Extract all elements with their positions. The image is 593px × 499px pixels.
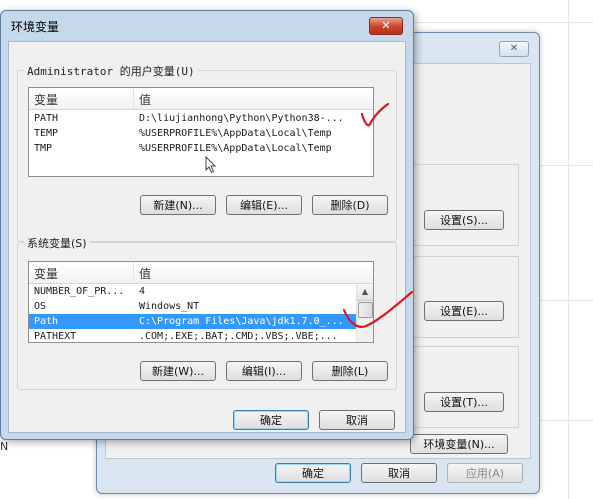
back-close-button[interactable]: ✕ — [499, 41, 529, 57]
list-header: 变量 值 — [29, 262, 373, 284]
desktop-line — [540, 300, 593, 301]
system-new-button[interactable]: 新建(W)... — [140, 361, 216, 381]
user-delete-button[interactable]: 删除(D) — [312, 195, 388, 215]
system-variables-list[interactable]: 变量 值 NUMBER_OF_PR... 4 OS Windows_NT Pat… — [28, 261, 374, 343]
desktop-line — [568, 0, 569, 499]
variable-value: 4 — [139, 286, 146, 297]
user-variables-group: Administrator 的用户变量(U) 变量 值 PATH D:\liuj… — [17, 63, 397, 242]
desktop-line — [540, 165, 593, 166]
ok-button[interactable]: 确定 — [233, 410, 309, 430]
variable-value: %USERPROFILE%\AppData\Local\Temp — [139, 143, 332, 154]
annotation-check-mark-icon — [342, 290, 414, 328]
dialog-close-button[interactable]: ✕ — [369, 17, 403, 35]
variable-value: .COM;.EXE;.BAT;.CMD;.VBS;.VBE;... — [139, 331, 338, 342]
desktop-line — [540, 420, 593, 421]
desktop-line — [400, 22, 593, 23]
dialog-title: 环境变量 — [11, 20, 60, 34]
environment-variables-button[interactable]: 环境变量(N)... — [410, 434, 508, 454]
column-separator — [133, 262, 134, 283]
list-item-selected[interactable]: Path C:\Program Files\Java\jdk1.7.0_... — [29, 314, 373, 329]
profile-settings-button[interactable]: 设置(E)... — [424, 301, 504, 321]
list-header: 变量 值 — [29, 88, 373, 110]
variable-value: %USERPROFILE%\AppData\Local\Temp — [139, 128, 332, 139]
system-ok-button[interactable]: 确定 — [275, 463, 351, 483]
column-header-value[interactable]: 值 — [139, 91, 151, 108]
list-item[interactable]: PATH D:\liujianhong\Python\Python38-... — [29, 111, 373, 126]
variable-name: Path — [34, 316, 59, 327]
dialog-body: Administrator 的用户变量(U) 变量 值 PATH D:\liuj… — [8, 41, 406, 433]
list-item[interactable]: PATHEXT .COM;.EXE;.BAT;.CMD;.VBS;.VBE;..… — [29, 329, 373, 342]
column-header-variable[interactable]: 变量 — [34, 91, 58, 108]
cancel-button[interactable]: 取消 — [319, 410, 395, 430]
variable-value: Windows_NT — [139, 301, 200, 312]
system-apply-button[interactable]: 应用(A) — [447, 463, 523, 483]
annotation-check-mark-icon — [360, 102, 390, 127]
mouse-cursor-icon — [205, 156, 217, 174]
variable-name: PATH — [34, 113, 59, 124]
list-item[interactable]: TMP %USERPROFILE%\AppData\Local\Temp — [29, 141, 373, 156]
column-separator — [133, 88, 134, 109]
system-cancel-button[interactable]: 取消 — [361, 463, 437, 483]
system-delete-button[interactable]: 删除(L) — [312, 361, 388, 381]
variable-name: PATHEXT — [34, 331, 77, 342]
system-variables-label: 系统变量(S) — [24, 235, 90, 251]
user-variables-list[interactable]: 变量 值 PATH D:\liujianhong\Python\Python38… — [28, 87, 374, 177]
user-edit-button[interactable]: 编辑(E)... — [226, 195, 302, 215]
startup-settings-button[interactable]: 设置(T)... — [424, 392, 504, 412]
environment-variables-dialog: 环境变量 ✕ Administrator 的用户变量(U) 变量 值 PATH … — [0, 10, 414, 440]
variable-value: D:\liujianhong\Python\Python38-... — [139, 113, 344, 124]
profiles-panel — [414, 256, 519, 338]
variable-name: OS — [34, 301, 47, 312]
user-variables-label: Administrator 的用户变量(U) — [24, 63, 198, 79]
startup-panel — [414, 346, 519, 428]
desktop-text: N — [0, 440, 9, 453]
user-new-button[interactable]: 新建(N)... — [140, 195, 216, 215]
variable-name: NUMBER_OF_PR... — [34, 286, 125, 297]
list-item[interactable]: NUMBER_OF_PR... 4 — [29, 284, 373, 299]
column-header-variable[interactable]: 变量 — [34, 265, 58, 282]
variable-name: TEMP — [34, 128, 59, 139]
column-header-value[interactable]: 值 — [139, 265, 151, 282]
variable-value: C:\Program Files\Java\jdk1.7.0_... — [139, 316, 344, 327]
performance-panel — [414, 164, 519, 246]
list-item[interactable]: OS Windows_NT — [29, 299, 373, 314]
performance-settings-button[interactable]: 设置(S)... — [424, 210, 504, 230]
variable-name: TMP — [34, 143, 53, 154]
system-edit-button[interactable]: 编辑(I)... — [226, 361, 302, 381]
list-item[interactable]: TEMP %USERPROFILE%\AppData\Local\Temp — [29, 126, 373, 141]
